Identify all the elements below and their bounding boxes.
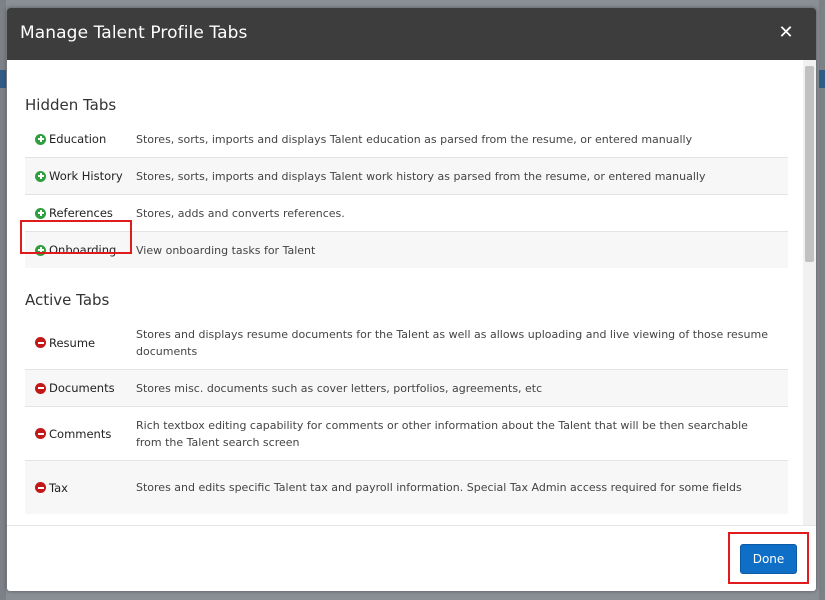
close-button[interactable]: ✕ <box>776 22 796 44</box>
hidden-tabs-heading: Hidden Tabs <box>25 96 117 114</box>
active-tabs-table: Resume Stores and displays resume docume… <box>25 316 788 514</box>
tab-description: Stores and displays resume documents for… <box>136 327 768 358</box>
table-row: Resume Stores and displays resume docume… <box>25 316 788 370</box>
add-tab-references[interactable]: References <box>25 206 136 220</box>
remove-circle-icon <box>35 382 46 394</box>
tab-name: References <box>49 206 113 220</box>
table-row: Documents Stores misc. documents such as… <box>25 370 788 407</box>
dialog-header: Manage Talent Profile Tabs ✕ <box>7 8 816 60</box>
remove-circle-icon <box>35 428 46 439</box>
tab-description: Stores and edits specific Talent tax and… <box>136 481 742 494</box>
add-circle-icon <box>35 244 46 256</box>
tab-name: Resume <box>49 335 96 350</box>
tab-description: Stores, adds and converts references. <box>136 206 345 220</box>
vertical-scrollbar[interactable] <box>803 60 816 525</box>
table-row: Work History Stores, sorts, imports and … <box>25 158 788 195</box>
background-page-right <box>819 0 825 600</box>
table-row: References Stores, adds and converts ref… <box>25 195 788 232</box>
tab-name: Comments <box>49 426 112 441</box>
tab-description: Stores misc. documents such as cover let… <box>136 381 543 395</box>
background-nav-strip <box>819 70 825 88</box>
footer-divider <box>7 525 816 526</box>
manage-tabs-dialog: Manage Talent Profile Tabs ✕ Hidden Tabs… <box>7 8 816 591</box>
dialog-body[interactable]: Hidden Tabs Education Stores, sorts, imp… <box>7 60 816 525</box>
done-button[interactable]: Done <box>740 544 797 574</box>
add-tab-work-history[interactable]: Work History <box>25 169 136 183</box>
tab-name: Documents <box>49 381 115 395</box>
add-tab-education[interactable]: Education <box>25 132 136 146</box>
add-circle-icon <box>35 133 46 145</box>
remove-circle-icon <box>35 482 46 493</box>
tab-name: Tax <box>49 480 68 495</box>
remove-tab-tax[interactable]: Tax <box>25 481 136 495</box>
active-tabs-heading: Active Tabs <box>25 291 110 309</box>
tab-description: Stores, sorts, imports and displays Tale… <box>136 132 693 146</box>
remove-circle-icon <box>35 337 46 348</box>
table-row: Education Stores, sorts, imports and dis… <box>25 121 788 158</box>
add-circle-icon <box>35 207 46 219</box>
close-icon: ✕ <box>778 22 794 43</box>
remove-tab-comments[interactable]: Comments <box>25 427 136 441</box>
tab-name: Work History <box>49 169 123 183</box>
add-circle-icon <box>35 170 46 182</box>
background-nav-strip-left <box>0 70 6 88</box>
remove-tab-resume[interactable]: Resume <box>25 336 136 350</box>
remove-tab-documents[interactable]: Documents <box>25 381 136 395</box>
tab-name: Education <box>49 132 107 146</box>
scrollbar-thumb[interactable] <box>805 66 814 262</box>
table-row: Onboarding View onboarding tasks for Tal… <box>25 232 788 268</box>
background-page <box>0 0 6 600</box>
tab-description: View onboarding tasks for Talent <box>136 243 316 257</box>
dialog-title: Manage Talent Profile Tabs <box>20 23 248 43</box>
table-row: Tax Stores and edits specific Talent tax… <box>25 461 788 514</box>
add-tab-onboarding[interactable]: Onboarding <box>25 243 136 257</box>
hidden-tabs-table: Education Stores, sorts, imports and dis… <box>25 121 788 268</box>
tab-name: Onboarding <box>49 243 117 257</box>
tab-description: Rich textbox editing capability for comm… <box>136 418 748 449</box>
table-row: Comments Rich textbox editing capability… <box>25 407 788 461</box>
tab-description: Stores, sorts, imports and displays Tale… <box>136 169 706 183</box>
